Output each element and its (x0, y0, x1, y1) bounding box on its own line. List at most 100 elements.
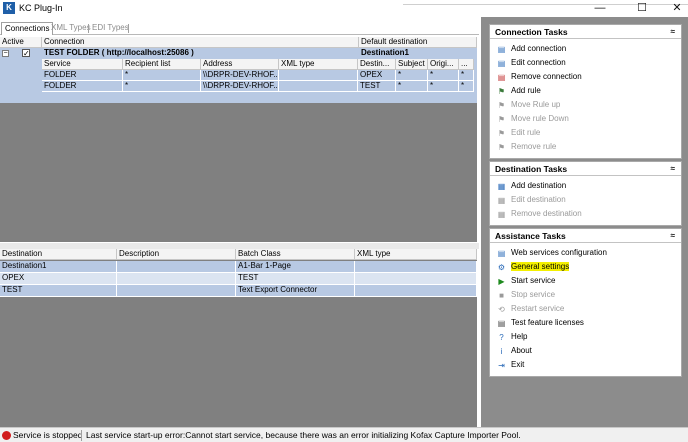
edit-connection-icon: ▤ (497, 59, 506, 68)
destination-cell[interactable]: TEST (0, 285, 117, 297)
task-edit-destination: ▦ Edit destination (490, 193, 681, 207)
task-about[interactable]: i About (490, 344, 681, 358)
connection-tasks-header[interactable]: Connection Tasks ≈ (490, 25, 681, 39)
task-stop-service: ■ Stop service (490, 288, 681, 302)
destination-cell[interactable] (117, 273, 236, 285)
header-active[interactable]: Active (0, 37, 42, 48)
settings-icon: ⚙ (497, 263, 506, 272)
subheader-subject[interactable]: Subject (396, 59, 428, 70)
rule-cell[interactable]: * (428, 70, 459, 81)
task-label: Add rule (511, 86, 541, 95)
rule-cell[interactable]: \\DRPR-DEV-RHOF... (201, 81, 279, 92)
task-add-rule[interactable]: ⚑ Add rule (490, 84, 681, 98)
destination-cell[interactable]: TEST (236, 273, 355, 285)
task-add-destination[interactable]: ▦ Add destination (490, 179, 681, 193)
destination-cell[interactable]: Text Export Connector (236, 285, 355, 297)
header-destination[interactable]: Destination (0, 249, 117, 260)
subheader-origin[interactable]: Origi... (428, 59, 459, 70)
play-icon: ▶ (498, 277, 505, 286)
task-exit[interactable]: ⇥ Exit (490, 358, 681, 372)
task-remove-rule: ⚑ Remove rule (490, 140, 681, 154)
destination-tasks-title: Destination Tasks (495, 164, 568, 174)
destination-cell[interactable] (355, 285, 477, 297)
rule-cell[interactable]: FOLDER (42, 81, 123, 92)
destination-cell[interactable] (355, 273, 477, 285)
subheader-recipient-list[interactable]: Recipient list (123, 59, 201, 70)
header-description[interactable]: Description (117, 249, 236, 260)
rule-cell[interactable]: \\DRPR-DEV-RHOF... (201, 70, 279, 81)
close-button[interactable]: ✕ (662, 0, 688, 17)
task-label: Start service (511, 276, 556, 285)
task-move-rule-down: ⚑ Move rule Down (490, 112, 681, 126)
destination-cell[interactable]: OPEX (0, 273, 117, 285)
task-test-feature-licenses[interactable]: ▤ Test feature licenses (490, 316, 681, 330)
task-general-settings[interactable]: ⚙ General settings (490, 260, 681, 274)
error-status-icon (2, 431, 11, 440)
task-web-services-configuration[interactable]: ▤ Web services configuration (490, 246, 681, 260)
rule-cell[interactable]: * (123, 70, 201, 81)
rule-cell[interactable]: TEST (358, 81, 396, 92)
minimize-button[interactable]: — (585, 0, 615, 17)
rule-cell[interactable]: * (396, 70, 428, 81)
header-batch-class[interactable]: Batch Class (236, 249, 355, 260)
help-icon: ? (499, 333, 504, 342)
task-move-rule-up: ⚑ Move Rule up (490, 98, 681, 112)
maximize-button[interactable]: ☐ (627, 0, 657, 17)
task-restart-service: ⟲ Restart service (490, 302, 681, 316)
destination-cell[interactable]: A1-Bar 1-Page (236, 261, 355, 273)
rule-cell[interactable]: OPEX (358, 70, 396, 81)
task-remove-connection[interactable]: ▤ Remove connection (490, 70, 681, 84)
destination-tasks-header[interactable]: Destination Tasks ≈ (490, 162, 681, 176)
licenses-icon: ▤ (497, 319, 506, 328)
header-xml-type[interactable]: XML type (355, 249, 477, 260)
header-default-destination[interactable]: Default destination (359, 37, 477, 48)
rule-cell[interactable]: * (428, 81, 459, 92)
task-help[interactable]: ? Help (490, 330, 681, 344)
add-rule-icon: ⚑ (497, 87, 506, 96)
task-start-service[interactable]: ▶ Start service (490, 274, 681, 288)
rule-cell[interactable] (279, 70, 358, 81)
task-edit-connection[interactable]: ▤ Edit connection (490, 56, 681, 70)
destination-tasks-panel: Destination Tasks ≈ ▦ Add destination ▦ Edi… (489, 161, 682, 226)
subheader-destination[interactable]: Destin... (358, 59, 396, 70)
subheader-xml-type[interactable]: XML type (279, 59, 358, 70)
active-checkbox[interactable]: ✓ (22, 49, 30, 58)
task-add-connection[interactable]: ▤ Add connection (490, 42, 681, 56)
rule-cell[interactable]: * (459, 70, 474, 81)
rule-cell[interactable] (279, 81, 358, 92)
collapse-toggle-icon[interactable]: − (2, 50, 9, 57)
rule-cell[interactable]: * (459, 81, 474, 92)
destination-cell[interactable] (117, 285, 236, 297)
subheader-address[interactable]: Address (201, 59, 279, 70)
task-label: Stop service (511, 290, 556, 299)
destination-cell[interactable] (355, 261, 477, 273)
task-label: Remove destination (511, 209, 582, 218)
rule-cell[interactable]: FOLDER (42, 70, 123, 81)
destination-cell[interactable] (117, 261, 236, 273)
header-connection[interactable]: Connection (42, 37, 359, 48)
task-label: Exit (511, 360, 525, 369)
status-bar: Service is stopped Last service start-up… (0, 427, 688, 442)
tab-xml-types[interactable]: XML Types (48, 22, 94, 35)
subheader-more[interactable]: ... (459, 59, 474, 70)
tab-separator (128, 24, 129, 33)
task-label: General settings (511, 262, 570, 271)
move-rule-up-icon: ⚑ (497, 101, 506, 110)
tab-connections[interactable]: Connections (1, 22, 54, 35)
subheader-service[interactable]: Service (42, 59, 123, 70)
rule-cell[interactable]: * (123, 81, 201, 92)
task-remove-destination: ▦ Remove destination (490, 207, 681, 221)
web-services-icon: ▤ (497, 249, 506, 258)
service-status: Service is stopped (13, 430, 83, 440)
task-label: Edit connection (511, 58, 566, 67)
tab-edi-types[interactable]: EDI Types (89, 22, 132, 35)
destination-cell[interactable]: Destination1 (0, 261, 117, 273)
connection-name: TEST FOLDER ( http://localhost:25086 ) (44, 48, 194, 57)
task-label: Add connection (511, 44, 567, 53)
assistance-tasks-header[interactable]: Assistance Tasks ≈ (490, 229, 681, 243)
connection-group-row[interactable]: − ✓ TEST FOLDER ( http://localhost:25086… (0, 48, 477, 59)
collapse-chevron-icon[interactable]: ≈ (671, 229, 675, 243)
collapse-chevron-icon[interactable]: ≈ (671, 162, 675, 176)
rule-cell[interactable]: * (396, 81, 428, 92)
collapse-chevron-icon[interactable]: ≈ (671, 25, 675, 39)
